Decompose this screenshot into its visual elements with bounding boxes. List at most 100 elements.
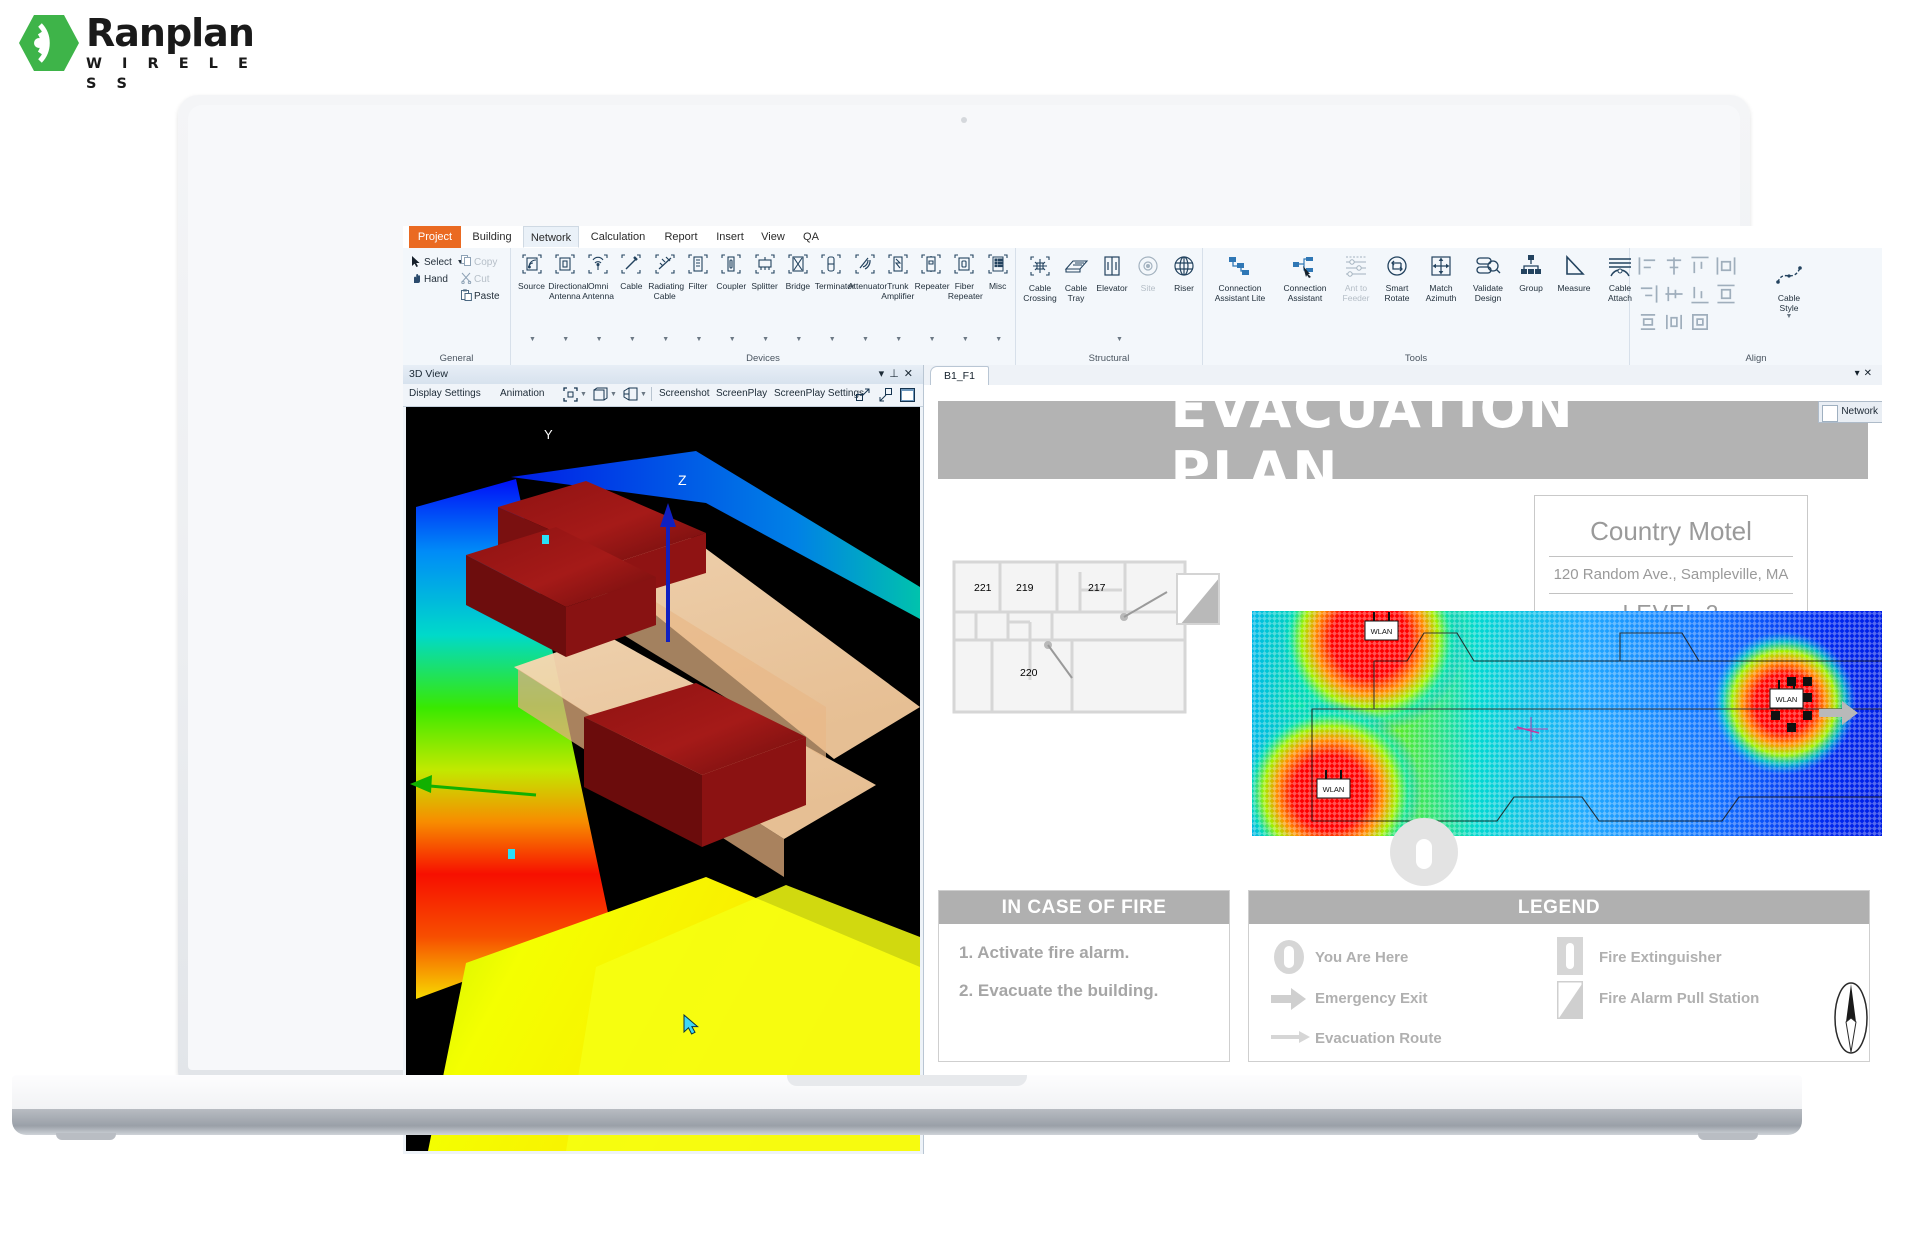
tab-report[interactable]: Report — [656, 226, 706, 248]
rf-heatmap-overlay[interactable]: WLAN WLAN WLAN — [1252, 611, 1882, 836]
restore-icon[interactable] — [879, 388, 893, 407]
align-top-icon[interactable] — [1690, 256, 1714, 280]
cable-dropdown-icon[interactable]: ▼ — [629, 336, 636, 343]
align-right-icon[interactable] — [1638, 284, 1662, 308]
source-dropdown-icon[interactable]: ▼ — [529, 336, 536, 343]
fiber-repeater-button[interactable]: Fiber Repeater — [948, 252, 983, 301]
screenshot-button[interactable]: Screenshot — [659, 388, 710, 399]
layers-dropdown-icon[interactable]: ▼ — [640, 391, 647, 398]
terminator-dropdown-icon[interactable]: ▼ — [829, 336, 836, 343]
match-azimuth-button[interactable]: Match Azimuth — [1420, 254, 1462, 303]
coupler-button[interactable]: Coupler — [715, 252, 748, 292]
attenuator-button[interactable]: Attenuator — [848, 252, 887, 292]
cut-button[interactable]: Cut — [459, 271, 500, 288]
filter-dropdown-icon[interactable]: ▼ — [696, 336, 703, 343]
omni-antenna-button[interactable]: Omni Antenna — [582, 252, 615, 301]
legend-heading: LEGEND — [1249, 891, 1869, 924]
tab-view[interactable]: View — [754, 226, 792, 248]
same-width-icon[interactable] — [1638, 312, 1662, 336]
tab-building[interactable]: Building — [463, 226, 521, 248]
trunk-amplifier-button[interactable]: Trunk Amplifier — [881, 252, 914, 301]
filter-button[interactable]: Filter — [682, 252, 715, 292]
align-bottom-icon[interactable] — [1690, 284, 1714, 308]
measure-button[interactable]: Measure — [1552, 254, 1596, 294]
distribute-h-icon[interactable] — [1716, 284, 1740, 308]
3d-viewport[interactable]: Z Y — [406, 407, 920, 1151]
smart-rotate-button[interactable]: Smart Rotate — [1378, 254, 1416, 303]
align-left-icon[interactable] — [1638, 256, 1662, 280]
attenuator-dropdown-icon[interactable]: ▼ — [862, 336, 869, 343]
coupler-dropdown-icon[interactable]: ▼ — [729, 336, 736, 343]
distribute-v-icon[interactable] — [1716, 256, 1740, 280]
filter-icon — [682, 252, 715, 281]
group-button[interactable]: Group — [1514, 254, 1548, 294]
terminator-button[interactable]: Terminator — [815, 252, 855, 292]
trunk-amplifier-dropdown-icon[interactable]: ▼ — [895, 336, 902, 343]
align-center-h-icon[interactable] — [1664, 256, 1688, 280]
cable-button[interactable]: Cable — [615, 252, 648, 292]
document-tab-controls[interactable]: ▾✕ — [1855, 368, 1876, 379]
splitter-dropdown-icon[interactable]: ▼ — [762, 336, 769, 343]
selection-box-dropdown-icon[interactable]: ▼ — [580, 391, 587, 398]
cable-tray-icon — [1058, 254, 1094, 283]
same-height-icon[interactable] — [1664, 312, 1688, 336]
radiating-cable-dropdown-icon[interactable]: ▼ — [662, 336, 669, 343]
fiber-repeater-dropdown-icon[interactable]: ▼ — [962, 336, 969, 343]
expand-icon[interactable] — [856, 388, 870, 407]
omni-antenna-dropdown-icon[interactable]: ▼ — [596, 336, 603, 343]
paste-button[interactable]: Paste — [459, 288, 500, 305]
bridge-button[interactable]: Bridge — [781, 252, 814, 292]
document-tab-b1-f1[interactable]: B1_F1 — [930, 366, 989, 386]
cable-style-dropdown-icon[interactable]: ▼ — [1762, 313, 1816, 320]
layers-icon[interactable] — [623, 387, 638, 407]
bridge-dropdown-icon[interactable]: ▼ — [795, 336, 802, 343]
ranplan-application: Project Building Network Calculation Rep… — [403, 226, 1882, 1154]
attenuator-icon — [848, 252, 881, 281]
hand-button[interactable]: Hand — [409, 271, 464, 288]
misc-dropdown-icon[interactable]: ▼ — [995, 336, 1002, 343]
cable-crossing-button[interactable]: Cable Crossing — [1022, 254, 1058, 303]
riser-button[interactable]: Riser — [1166, 254, 1202, 294]
misc-button[interactable]: Misc — [981, 252, 1014, 292]
radiating-cable-button[interactable]: Radiating Cable — [648, 252, 684, 301]
maximize-icon[interactable] — [900, 388, 915, 407]
copy-button[interactable]: Copy — [459, 254, 500, 271]
directional-antenna-button[interactable]: Directional Antenna — [548, 252, 588, 301]
tab-insert[interactable]: Insert — [709, 226, 751, 248]
display-settings-button[interactable]: Display Settings — [409, 388, 481, 399]
tab-qa[interactable]: QA — [795, 226, 827, 248]
cable-tray-button[interactable]: Cable Tray — [1058, 254, 1094, 303]
selection-box-icon[interactable] — [563, 387, 578, 407]
same-size-icon[interactable] — [1690, 312, 1714, 336]
panel-3d-window-controls[interactable]: ▾⊥✕ — [879, 367, 918, 380]
ant-to-feeder-button[interactable]: Ant to Feeder — [1338, 254, 1374, 303]
source-button[interactable]: Source — [515, 252, 548, 292]
tab-network[interactable]: Network — [523, 226, 579, 248]
validate-design-button[interactable]: Validate Design — [1466, 254, 1510, 303]
document-body[interactable]: EVACUATION PLAN Country Motel 120 Random… — [924, 385, 1882, 1154]
tab-calculation[interactable]: Calculation — [583, 226, 653, 248]
network-side-tab[interactable]: Network — [1818, 401, 1882, 423]
screenplay-settings-button[interactable]: ScreenPlay Settings — [774, 388, 864, 399]
align-middle-icon[interactable] — [1664, 284, 1688, 308]
cube-icon[interactable] — [593, 387, 608, 407]
omni-antenna-label: Omni Antenna — [582, 281, 614, 301]
repeater-button[interactable]: Repeater — [915, 252, 950, 292]
cable-style-button[interactable]: Cable Style ▼ — [1762, 262, 1816, 320]
site-button[interactable]: Site — [1130, 254, 1166, 294]
animation-button[interactable]: Animation — [500, 388, 544, 399]
directional-antenna-dropdown-icon[interactable]: ▼ — [562, 336, 569, 343]
elevator-button[interactable]: Elevator — [1094, 254, 1130, 294]
terminator-icon — [815, 252, 848, 281]
screenplay-button[interactable]: ScreenPlay — [716, 388, 767, 399]
elevator-dropdown-icon[interactable]: ▼ — [1116, 336, 1123, 343]
select-button[interactable]: Select ▼ — [409, 254, 464, 271]
repeater-dropdown-icon[interactable]: ▼ — [929, 336, 936, 343]
align-icon-grid[interactable] — [1638, 256, 1748, 340]
cube-dropdown-icon[interactable]: ▼ — [610, 391, 617, 398]
connection-assistant-button[interactable]: Connection Assistant — [1276, 254, 1334, 303]
tab-project[interactable]: Project — [409, 226, 461, 248]
connection-assistant-lite-button[interactable]: Connection Assistant Lite — [1208, 254, 1272, 303]
ribbon-group-align: Cable Style ▼ Align — [1630, 248, 1882, 365]
splitter-button[interactable]: Splitter — [748, 252, 781, 292]
